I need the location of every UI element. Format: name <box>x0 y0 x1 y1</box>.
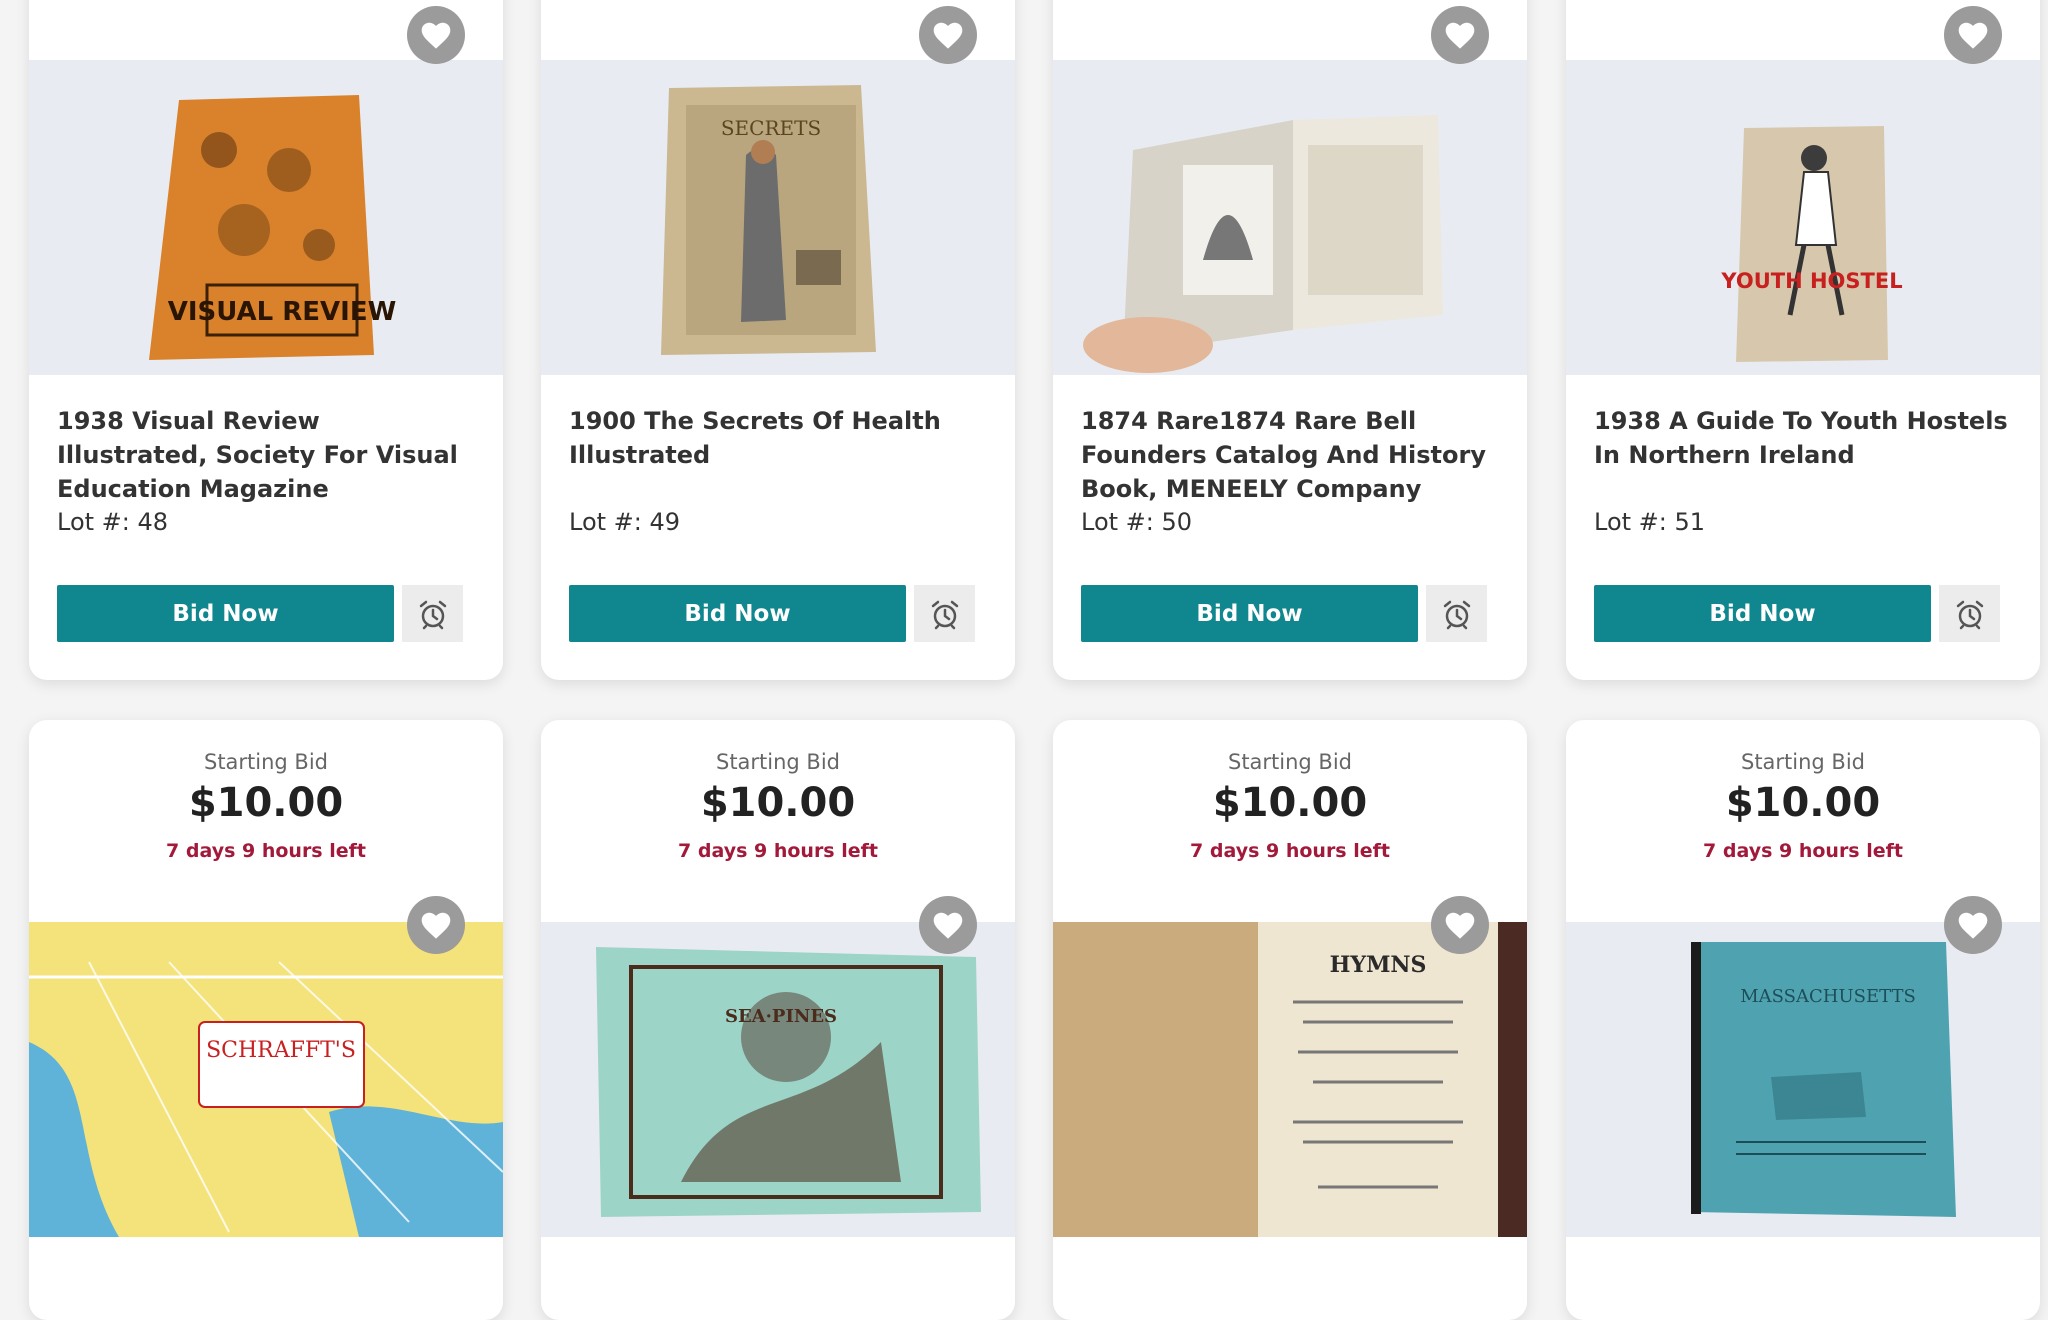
watch-button[interactable] <box>914 585 975 642</box>
watch-button[interactable] <box>1426 585 1487 642</box>
lot-number: Lot #: 48 <box>57 508 169 536</box>
lot-title[interactable]: 1938 A Guide To Youth Hostels In Norther… <box>1594 404 2014 472</box>
time-left: 7 days 9 hours left <box>166 840 366 862</box>
heart-icon <box>933 22 963 49</box>
starting-bid-label: Starting Bid <box>1740 750 1866 774</box>
lot-card: Starting Bid $10.00 7 days 9 hours left … <box>1053 720 1527 1320</box>
svg-text:SCHRAFFT'S: SCHRAFFT'S <box>206 1038 356 1063</box>
lot-number: Lot #: 51 <box>1594 508 1706 536</box>
lot-number: Lot #: 49 <box>569 508 681 536</box>
heart-icon <box>1445 912 1475 939</box>
bid-now-button[interactable]: Bid Now <box>569 585 906 642</box>
lot-image[interactable]: VISUAL REVIEW <box>29 60 503 375</box>
heart-icon <box>1958 912 1988 939</box>
heart-icon <box>933 912 963 939</box>
lot-image[interactable]: SCHRAFFT'S <box>29 922 503 1237</box>
starting-bid-label: Starting Bid <box>1227 750 1353 774</box>
svg-text:VISUAL REVIEW: VISUAL REVIEW <box>168 297 397 327</box>
starting-bid-price: $10.00 <box>188 780 344 826</box>
alarm-clock-icon <box>1956 600 1983 629</box>
heart-icon <box>421 22 451 49</box>
starting-bid-price: $10.00 <box>700 780 856 826</box>
alarm-clock-icon <box>931 600 958 629</box>
lot-title[interactable]: 1874 Rare1874 Rare Bell Founders Catalog… <box>1081 404 1501 506</box>
lot-image[interactable]: MASSACHUSETTS <box>1566 922 2040 1237</box>
heart-icon <box>421 912 451 939</box>
lot-card: SECRETS 1900 The Secrets Of Health Illus… <box>541 0 1015 680</box>
time-left: 7 days 9 hours left <box>1703 840 1903 862</box>
favorite-button[interactable] <box>919 6 977 64</box>
favorite-button[interactable] <box>407 6 465 64</box>
heart-icon <box>1958 22 1988 49</box>
svg-text:YOUTH HOSTEL: YOUTH HOSTEL <box>1720 269 1902 293</box>
starting-bid-price: $10.00 <box>1725 780 1881 826</box>
lot-image[interactable]: YOUTH HOSTEL <box>1566 60 2040 375</box>
starting-bid-price: $10.00 <box>1212 780 1368 826</box>
watch-button[interactable] <box>402 585 463 642</box>
watch-button[interactable] <box>1939 585 2000 642</box>
lot-title[interactable]: 1900 The Secrets Of Health Illustrated <box>569 404 989 472</box>
starting-bid-label: Starting Bid <box>203 750 329 774</box>
lot-card: VISUAL REVIEW 1938 Visual Review Illustr… <box>29 0 503 680</box>
svg-text:HYMNS: HYMNS <box>1330 952 1427 978</box>
favorite-button[interactable] <box>1431 896 1489 954</box>
favorite-button[interactable] <box>1944 896 2002 954</box>
svg-text:SECRETS: SECRETS <box>721 116 821 140</box>
lot-card: Starting Bid $10.00 7 days 9 hours left … <box>29 720 503 1320</box>
svg-text:SEA·PINES: SEA·PINES <box>725 1006 837 1027</box>
lot-card: YOUTH HOSTEL 1938 A Guide To Youth Hoste… <box>1566 0 2040 680</box>
lot-image[interactable]: HYMNS <box>1053 922 1527 1237</box>
heart-icon <box>1445 22 1475 49</box>
bid-now-button[interactable]: Bid Now <box>1594 585 1931 642</box>
favorite-button[interactable] <box>919 896 977 954</box>
lot-image[interactable]: SECRETS <box>541 60 1015 375</box>
time-left: 7 days 9 hours left <box>678 840 878 862</box>
lot-title[interactable]: 1938 Visual Review Illustrated, Society … <box>57 404 477 506</box>
favorite-button[interactable] <box>407 896 465 954</box>
bid-now-button[interactable]: Bid Now <box>1081 585 1418 642</box>
bid-now-button[interactable]: Bid Now <box>57 585 394 642</box>
favorite-button[interactable] <box>1431 6 1489 64</box>
time-left: 7 days 9 hours left <box>1190 840 1390 862</box>
lot-card: Starting Bid $10.00 7 days 9 hours left … <box>541 720 1015 1320</box>
lot-image[interactable]: SEA·PINES <box>541 922 1015 1237</box>
alarm-clock-icon <box>1443 600 1470 629</box>
svg-text:MASSACHUSETTS: MASSACHUSETTS <box>1740 986 1916 1007</box>
lot-image[interactable] <box>1053 60 1527 375</box>
lot-card: 1874 Rare1874 Rare Bell Founders Catalog… <box>1053 0 1527 680</box>
lot-card: Starting Bid $10.00 7 days 9 hours left … <box>1566 720 2040 1320</box>
starting-bid-label: Starting Bid <box>715 750 841 774</box>
alarm-clock-icon <box>419 600 446 629</box>
favorite-button[interactable] <box>1944 6 2002 64</box>
lot-number: Lot #: 50 <box>1081 508 1193 536</box>
